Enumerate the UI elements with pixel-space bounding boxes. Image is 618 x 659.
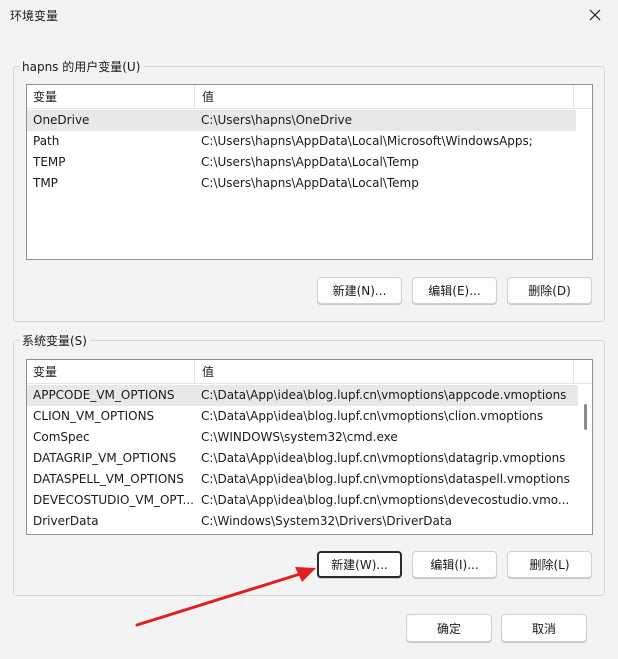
system-variables-label: 系统变量(S) [19, 332, 90, 349]
user-variables-label: hapns 的用户变量(U) [19, 58, 144, 75]
table-row[interactable]: DEVECOSTUDIO_VM_OPT... C:\Data\App\idea\b… [27, 490, 578, 511]
close-button[interactable] [572, 0, 618, 30]
variable-name-cell: APPCODE_VM_OPTIONS [33, 388, 175, 402]
variable-value-cell: C:\Users\hapns\OneDrive [201, 113, 353, 127]
list-header: 变量 值 [27, 85, 592, 109]
column-header-name[interactable]: 变量 [27, 85, 195, 109]
ok-button[interactable]: 确定 [406, 614, 492, 642]
variable-name-cell: DATASPELL_VM_OPTIONS [33, 472, 184, 486]
window-title: 环境变量 [10, 9, 59, 23]
variable-value-cell: C:\Users\hapns\AppData\Local\Temp [201, 155, 419, 169]
variable-name-cell: DEVECOSTUDIO_VM_OPT... [33, 493, 194, 507]
table-row[interactable]: ComSpec C:\WINDOWS\system32\cmd.exe [27, 427, 578, 448]
list-header: 变量 值 [27, 360, 592, 384]
variable-value-cell: C:\Data\App\idea\blog.lupf.cn\vmoptions\… [201, 451, 566, 465]
variable-value-cell: C:\Data\App\idea\blog.lupf.cn\vmoptions\… [201, 388, 567, 402]
system-edit-button[interactable]: 编辑(I)... [412, 551, 497, 578]
variable-name-cell: OneDrive [33, 113, 90, 127]
variable-value-cell: C:\Data\App\idea\blog.lupf.cn\vmoptions\… [201, 409, 544, 423]
variable-name-cell: DATAGRIP_VM_OPTIONS [33, 451, 177, 465]
variable-value-cell: C:\Users\hapns\AppData\Local\Microsoft\W… [201, 134, 533, 148]
cancel-button[interactable]: 取消 [501, 614, 587, 642]
table-row[interactable]: OneDrive C:\Users\hapns\OneDrive [27, 110, 576, 131]
table-row[interactable]: DriverData C:\Windows\System32\Drivers\Dr… [27, 511, 578, 532]
system-delete-button[interactable]: 删除(L) [507, 551, 592, 578]
title-bar: 环境变量 [0, 0, 618, 30]
variable-value-cell: C:\WINDOWS\system32\cmd.exe [201, 430, 398, 444]
table-row[interactable]: TMP C:\Users\hapns\AppData\Local\Temp [27, 173, 576, 194]
variable-name-cell: DriverData [33, 514, 99, 528]
system-variables-list[interactable]: 变量 值 APPCODE_VM_OPTIONS C:\Data\App\idea\… [26, 359, 593, 535]
variable-name-cell: TEMP [33, 155, 66, 169]
user-edit-button[interactable]: 编辑(E)... [412, 277, 497, 304]
close-icon [589, 9, 601, 21]
column-header-name[interactable]: 变量 [27, 360, 195, 384]
variable-value-cell: C:\Data\App\idea\blog.lupf.cn\vmoptions\… [201, 472, 570, 486]
user-new-button[interactable]: 新建(N)... [317, 277, 402, 304]
scrollbar-thumb[interactable] [584, 404, 587, 430]
vertical-scrollbar[interactable] [578, 384, 592, 534]
table-row[interactable]: DATAGRIP_VM_OPTIONS C:\Data\App\idea\blog… [27, 448, 578, 469]
column-header-value[interactable]: 值 [196, 85, 574, 109]
variable-name-cell: Path [33, 134, 60, 148]
variable-name-cell: CLION_VM_OPTIONS [33, 409, 155, 423]
table-row[interactable]: TEMP C:\Users\hapns\AppData\Local\Temp [27, 152, 576, 173]
table-row[interactable]: Path C:\Users\hapns\AppData\Local\Microso… [27, 131, 576, 152]
table-row[interactable]: DATASPELL_VM_OPTIONS C:\Data\App\idea\blo… [27, 469, 578, 490]
variable-name-cell: ComSpec [33, 430, 90, 444]
user-delete-button[interactable]: 删除(D) [507, 277, 592, 304]
system-new-button[interactable]: 新建(W)... [317, 551, 402, 578]
variable-value-cell: C:\Users\hapns\AppData\Local\Temp [201, 176, 419, 190]
variable-value-cell: C:\Windows\System32\Drivers\DriverData [201, 514, 452, 528]
user-variables-list[interactable]: 变量 值 OneDrive C:\Users\hapns\OneDrive Path… [26, 84, 593, 260]
table-row[interactable]: CLION_VM_OPTIONS C:\Data\App\idea\blog.lu… [27, 406, 578, 427]
table-row[interactable]: APPCODE_VM_OPTIONS C:\Data\App\idea\blog.… [27, 385, 578, 406]
variable-value-cell: C:\Data\App\idea\blog.lupf.cn\vmoptions\… [201, 493, 570, 507]
column-header-value[interactable]: 值 [196, 360, 574, 384]
variable-name-cell: TMP [33, 176, 58, 190]
